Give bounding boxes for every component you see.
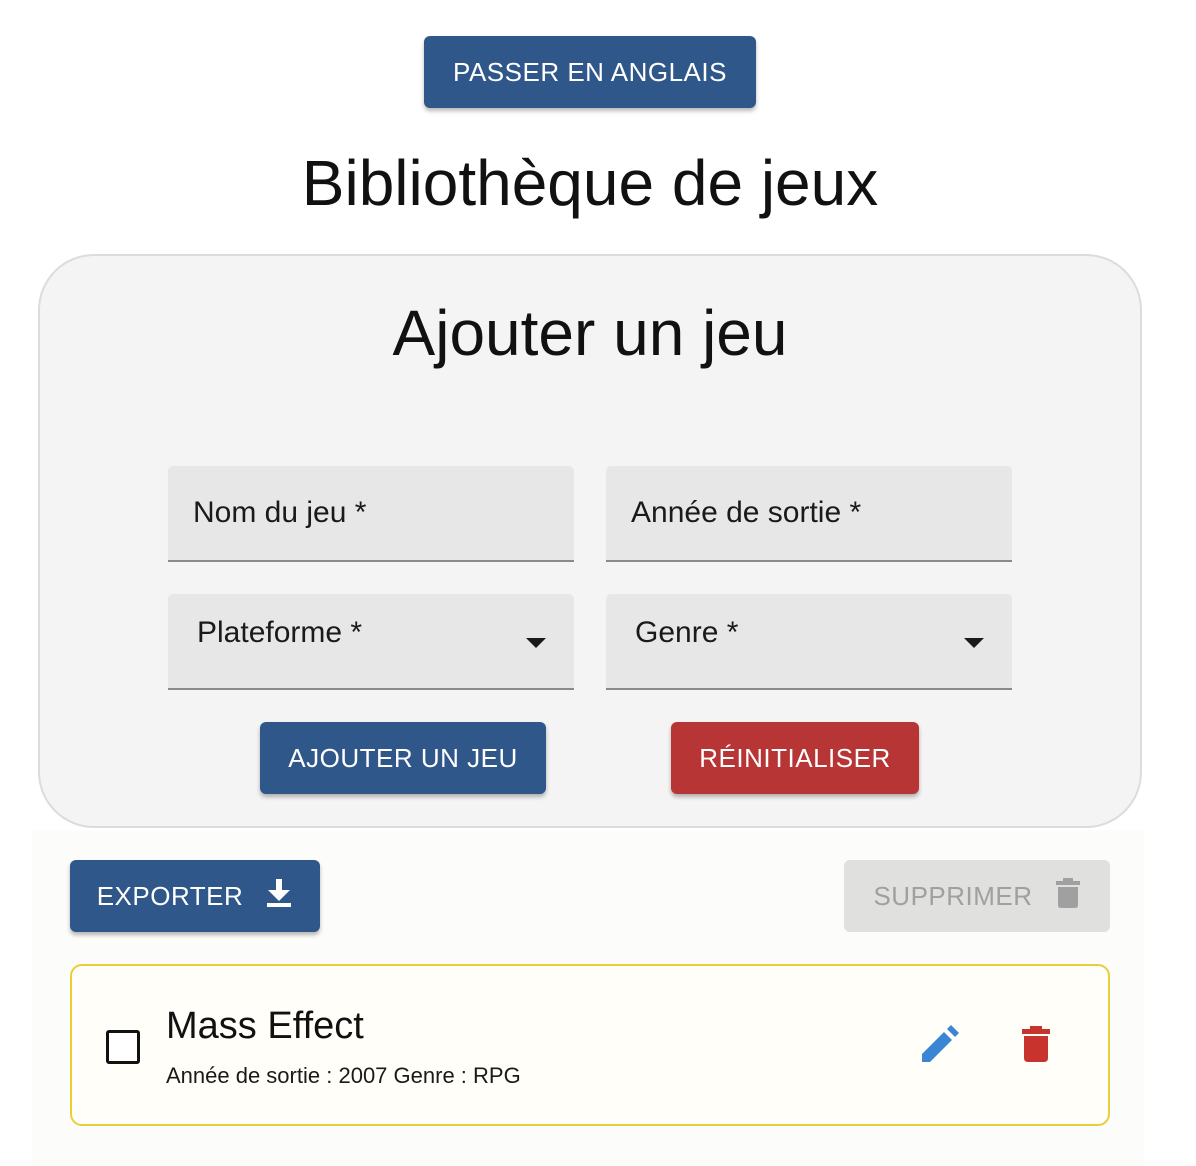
reset-label: RÉINITIALISER xyxy=(699,742,891,773)
release-year-field[interactable]: Année de sortie * xyxy=(606,466,1012,562)
delete-selected-label: SUPPRIMER xyxy=(873,880,1033,911)
page-title: Bibliothèque de jeux xyxy=(301,147,879,219)
game-select-checkbox[interactable] xyxy=(106,1030,140,1064)
platform-label: Plateforme * xyxy=(197,616,363,649)
caret-down-icon xyxy=(964,638,984,648)
release-year-label: Année de sortie * xyxy=(631,496,862,529)
add-game-button[interactable]: AJOUTER UN JEU xyxy=(260,722,546,794)
delete-selected-button[interactable]: SUPPRIMER xyxy=(844,860,1110,932)
download-icon xyxy=(265,878,293,915)
add-game-label: AJOUTER UN JEU xyxy=(288,742,518,773)
export-button[interactable]: EXPORTER xyxy=(70,860,320,932)
release-year-value: 2007 xyxy=(338,1063,388,1088)
game-title: Mass Effect xyxy=(166,1005,364,1047)
export-label: EXPORTER xyxy=(96,880,244,911)
genre-value: RPG xyxy=(473,1063,521,1088)
trash-icon xyxy=(1021,1025,1051,1068)
game-name-field[interactable]: Nom du jeu * xyxy=(168,466,574,562)
edit-game-button[interactable] xyxy=(916,1022,964,1070)
caret-down-icon xyxy=(526,638,546,648)
trash-icon xyxy=(1055,877,1081,916)
pencil-icon xyxy=(920,1024,960,1069)
game-list-section: EXPORTER SUPPRIMER Mass Effect Année de … xyxy=(32,830,1144,1166)
switch-language-button[interactable]: PASSER EN ANGLAIS xyxy=(424,36,756,108)
switch-language-label: PASSER EN ANGLAIS xyxy=(453,56,727,87)
reset-button[interactable]: RÉINITIALISER xyxy=(671,722,919,794)
delete-game-button[interactable] xyxy=(1012,1022,1060,1070)
add-game-form: Ajouter un jeu Nom du jeu * Année de sor… xyxy=(38,254,1142,828)
genre-select[interactable]: Genre * xyxy=(606,594,1012,690)
release-year-caption: Année de sortie : xyxy=(166,1063,333,1088)
genre-caption: Genre : xyxy=(393,1063,467,1088)
game-details: Année de sortie : 2007 Genre : RPG xyxy=(166,1062,521,1090)
platform-select[interactable]: Plateforme * xyxy=(168,594,574,690)
game-name-label: Nom du jeu * xyxy=(193,496,367,529)
form-title: Ajouter un jeu xyxy=(392,297,788,369)
genre-label: Genre * xyxy=(635,616,739,649)
page: PASSER EN ANGLAIS Bibliothèque de jeux A… xyxy=(0,0,1196,1166)
game-card: Mass Effect Année de sortie : 2007 Genre… xyxy=(70,964,1110,1126)
